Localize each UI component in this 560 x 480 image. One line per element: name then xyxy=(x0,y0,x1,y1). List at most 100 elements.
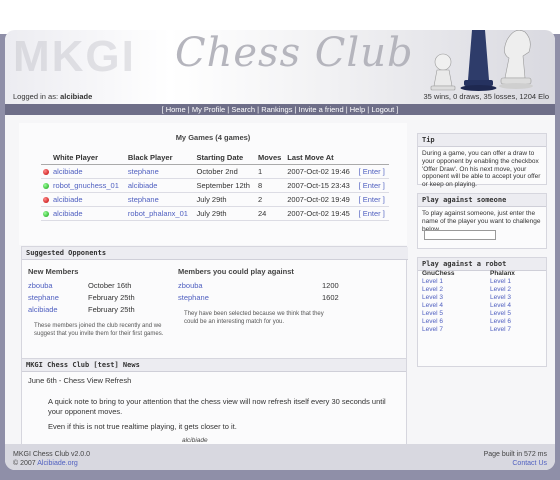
new-member-link[interactable]: alcibiade xyxy=(28,305,58,314)
col-black-player: Black Player xyxy=(125,151,195,165)
suggested-member-link[interactable]: stephane xyxy=(178,293,209,302)
gnuchess-title: GnuChess xyxy=(422,270,455,277)
header-watermark: MKGI xyxy=(13,32,136,81)
tip-header: Tip xyxy=(418,134,546,147)
news-item-body: A quick note to bring to your attention … xyxy=(48,397,388,437)
challenge-player-input[interactable] xyxy=(424,230,496,240)
suggested-member-link[interactable]: zbouba xyxy=(178,281,203,290)
main-content: My Games (4 games) White Player Black Pl… xyxy=(19,123,408,457)
nav-invite-friend[interactable]: Invite a friend xyxy=(299,105,344,114)
gnuchess-level-4[interactable]: Level 4 xyxy=(422,302,455,310)
login-prefix: Logged in as: xyxy=(13,92,59,101)
nav-home[interactable]: Home xyxy=(166,105,186,114)
game-moves: 8 xyxy=(255,178,286,193)
footer-right: Page built in 572 ms Contact Us xyxy=(484,450,547,468)
phalanx-title: Phalanx xyxy=(490,270,515,277)
gnuchess-level-2[interactable]: Level 2 xyxy=(422,286,455,294)
login-username: alcibiade xyxy=(60,92,93,101)
black-player-link[interactable]: robot_phalanx_01 xyxy=(128,209,188,218)
turn-status-icon xyxy=(43,197,49,204)
gnuchess-level-5[interactable]: Level 5 xyxy=(422,310,455,318)
copyright-link[interactable]: Alcibiade.org xyxy=(37,460,77,467)
version-text: MKGI Chess Club v2.0.0 xyxy=(13,451,91,458)
turn-status-icon xyxy=(43,183,49,190)
copyright-text: © 2007 xyxy=(13,460,36,467)
suggested-opponents-section: Suggested Opponents New Members zbouba O… xyxy=(21,246,408,362)
nav-rankings[interactable]: Rankings xyxy=(261,105,292,114)
enter-game-link[interactable]: [ Enter ] xyxy=(359,167,385,176)
tip-panel: Tip During a game, you can offer a draw … xyxy=(417,133,547,188)
game-start-date: September 12th xyxy=(194,178,256,193)
new-member-join-date: October 16th xyxy=(88,281,132,290)
game-last-move: 2007-Oct-02 19:46 xyxy=(285,164,357,179)
black-player-link[interactable]: stephane xyxy=(128,195,159,204)
phalanx-level-2[interactable]: Level 2 xyxy=(490,286,515,294)
games-table-header: White Player Black Player Starting Date … xyxy=(41,151,389,165)
gnuchess-level-3[interactable]: Level 3 xyxy=(422,294,455,302)
white-player-link[interactable]: alcibiade xyxy=(53,167,83,176)
game-start-date: July 29th xyxy=(194,206,256,221)
news-item-title: June 6th - Chess View Refresh xyxy=(28,376,132,385)
game-row: alcibiade stephane October 2nd 1 2007-Oc… xyxy=(41,164,389,179)
new-member-link[interactable]: zbouba xyxy=(28,281,53,290)
main-navigation: [ Home | My Profile | Search | Rankings … xyxy=(5,104,555,115)
col-action xyxy=(356,151,389,165)
nav-my-profile[interactable]: My Profile xyxy=(192,105,225,114)
gnuchess-levels: GnuChess Level 1 Level 2 Level 3 Level 4… xyxy=(422,270,455,334)
suggested-member-elo: 1200 xyxy=(322,281,339,290)
login-status: Logged in as: alcibiade xyxy=(13,92,92,101)
news-signature: alcibiade xyxy=(182,437,208,444)
phalanx-level-4[interactable]: Level 4 xyxy=(490,302,515,310)
col-moves: Moves xyxy=(255,151,286,165)
new-members-note: These members joined the club recently a… xyxy=(34,323,164,337)
new-member-join-date: February 25th xyxy=(88,305,135,314)
black-player-link[interactable]: alcibiade xyxy=(128,181,158,190)
gnuchess-level-1[interactable]: Level 1 xyxy=(422,278,455,286)
chess-pieces-logo xyxy=(430,30,533,91)
enter-game-link[interactable]: [ Enter ] xyxy=(359,195,385,204)
white-player-link[interactable]: alcibiade xyxy=(53,195,83,204)
games-table: White Player Black Player Starting Date … xyxy=(41,151,389,221)
enter-game-link[interactable]: [ Enter ] xyxy=(359,209,385,218)
could-play-title: Members you could play against xyxy=(178,267,294,276)
new-members-title: New Members xyxy=(28,267,79,276)
nav-search[interactable]: Search xyxy=(231,105,255,114)
copyright-line: © 2007 Alcibiade.org xyxy=(13,459,90,468)
enter-game-link[interactable]: [ Enter ] xyxy=(359,181,385,190)
game-start-date: July 29th xyxy=(194,192,256,207)
play-robot-panel: Play against a robot GnuChess Level 1 Le… xyxy=(417,257,547,367)
turn-status-icon xyxy=(43,211,49,218)
game-moves: 2 xyxy=(255,192,286,207)
phalanx-level-6[interactable]: Level 6 xyxy=(490,318,515,326)
play-someone-header: Play against someone xyxy=(418,194,546,207)
white-player-link[interactable]: alcibiade xyxy=(53,209,83,218)
suggested-member-elo: 1602 xyxy=(322,293,339,302)
game-last-move: 2007-Oct-15 23:43 xyxy=(285,178,357,193)
contact-us-link[interactable]: Contact Us xyxy=(484,459,547,468)
white-player-link[interactable]: robot_gnuchess_01 xyxy=(53,181,119,190)
phalanx-level-1[interactable]: Level 1 xyxy=(490,278,515,286)
game-last-move: 2007-Oct-02 19:45 xyxy=(285,206,357,221)
game-row: alcibiade robot_phalanx_01 July 29th 24 … xyxy=(41,206,389,221)
news-paragraph: A quick note to bring to your attention … xyxy=(48,397,386,416)
tip-text: During a game, you can offer a draw to y… xyxy=(422,150,541,189)
new-member-link[interactable]: stephane xyxy=(28,293,59,302)
nav-help[interactable]: Help xyxy=(350,105,365,114)
gnuchess-level-7[interactable]: Level 7 xyxy=(422,326,455,334)
build-time: Page built in 572 ms xyxy=(483,451,547,458)
game-start-date: October 2nd xyxy=(194,164,256,179)
top-strip xyxy=(0,0,560,34)
news-section: MKGI Chess Club [test] News June 6th - C… xyxy=(21,358,407,450)
phalanx-level-3[interactable]: Level 3 xyxy=(490,294,515,302)
game-moves: 24 xyxy=(255,206,286,221)
black-player-link[interactable]: stephane xyxy=(128,167,159,176)
game-moves: 1 xyxy=(255,164,286,179)
header: MKGI Chess Club Logged in as: alcibiade … xyxy=(5,30,555,104)
gnuchess-level-6[interactable]: Level 6 xyxy=(422,318,455,326)
my-games-title: My Games (4 games) xyxy=(175,133,251,142)
nav-logout[interactable]: Logout xyxy=(371,105,394,114)
page-frame: MKGI Chess Club Logged in as: alcibiade … xyxy=(5,30,555,470)
phalanx-level-5[interactable]: Level 5 xyxy=(490,310,515,318)
phalanx-level-7[interactable]: Level 7 xyxy=(490,326,515,334)
my-games-section: My Games (4 games) White Player Black Pl… xyxy=(19,123,407,245)
